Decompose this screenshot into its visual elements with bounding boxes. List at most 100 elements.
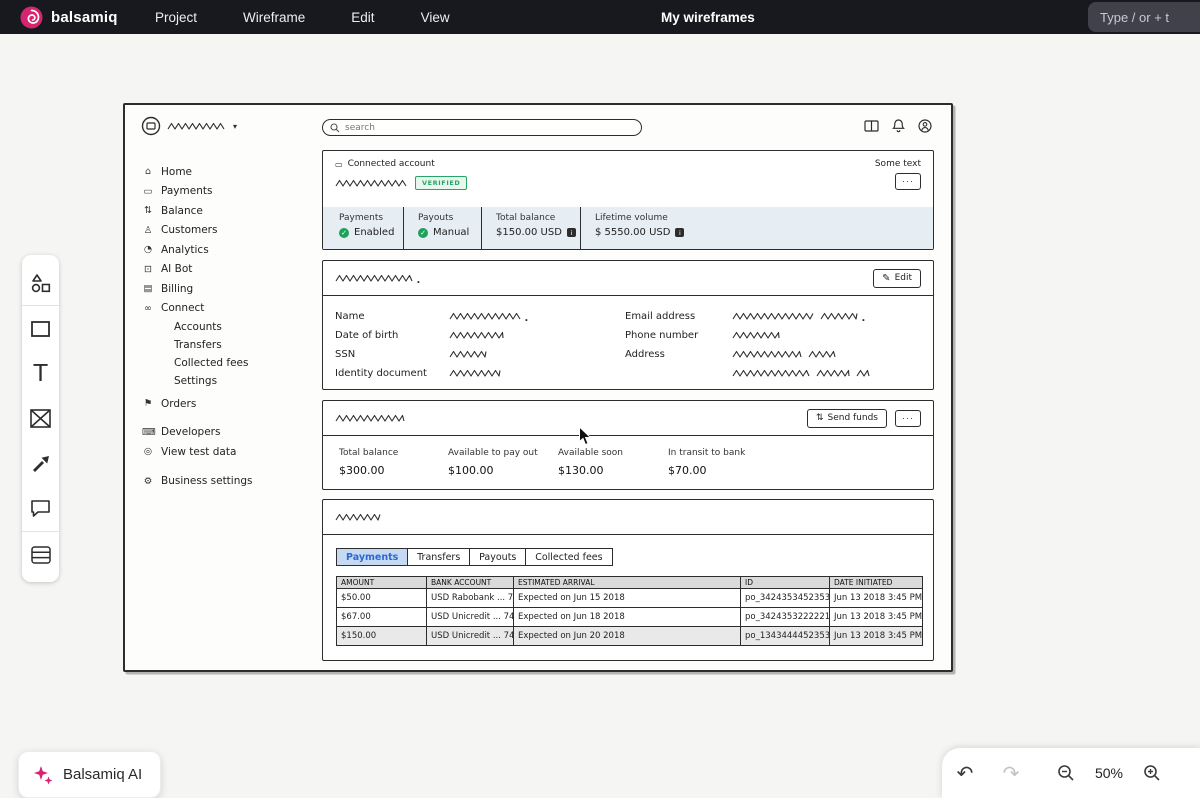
payouts-panel[interactable]: Payments Transfers Payouts Collected fee… (322, 499, 934, 661)
user-icon[interactable] (918, 119, 932, 133)
payouts-table[interactable]: AMOUNT BANK ACCOUNT ESTIMATED ARRIVAL ID… (336, 576, 923, 646)
stat-in-transit: In transit to bank $70.00 (668, 448, 745, 477)
wf-nav-payments[interactable]: ▭ Payments (142, 182, 314, 202)
wf-nav-connect[interactable]: ∞ Connect (142, 299, 314, 319)
stat-value: Enabled (354, 227, 395, 238)
connected-account-panel[interactable]: ▭ Connected account Some text VERIFIED ·… (322, 150, 934, 250)
wf-nav-transfers[interactable]: Transfers (142, 336, 314, 354)
chevron-down-icon: ▾ (233, 121, 238, 131)
wf-nav-orders[interactable]: ⚑ Orders (142, 394, 314, 414)
zoom-in-button[interactable] (1132, 763, 1172, 783)
wf-sidebar-nav: ⌂ Home ▭ Payments ⇅ Balance ♙ Customers ◔ Ana… (142, 162, 314, 491)
arrow-tool-button[interactable] (22, 441, 59, 486)
nav-label: Orders (161, 397, 197, 410)
info-icon[interactable] (675, 228, 685, 237)
account-overflow-button[interactable]: ··· (895, 173, 921, 190)
quick-add-input[interactable]: Type / or + t (1088, 2, 1200, 32)
account-title-placeholder (335, 179, 407, 188)
col-estimated-arrival: ESTIMATED ARRIVAL (513, 576, 741, 589)
balance-stats: Total balance $300.00 Available to pay o… (323, 436, 933, 477)
wf-account-switcher[interactable]: ▾ (141, 116, 237, 136)
stat-label: Available soon (558, 448, 624, 458)
field-value-placeholder (449, 331, 504, 340)
table-row[interactable]: $67.00 USD Unicredit ... 7412 Expected o… (336, 607, 923, 627)
undo-button[interactable]: ↶ (942, 761, 988, 786)
wf-nav-collected-fees[interactable]: Collected fees (142, 354, 314, 372)
tools-toolbar: T (22, 255, 59, 582)
tab-payouts[interactable]: Payouts (469, 548, 527, 566)
wf-nav-balance[interactable]: ⇅ Balance (142, 201, 314, 221)
redo-button[interactable]: ↷ (988, 761, 1034, 786)
wf-nav-home[interactable]: ⌂ Home (142, 162, 314, 182)
payments-icon: ▭ (143, 185, 153, 197)
wf-nav-billing[interactable]: ▤ Billing (142, 279, 314, 299)
form-row: Identity document (335, 364, 921, 383)
account-details-panel[interactable]: Edit Name Email address Date of birth Ph… (322, 260, 934, 390)
connected-account-label: Connected account (347, 159, 435, 169)
balance-panel[interactable]: Send funds ··· Total balance $300.00 Ava… (322, 400, 934, 490)
app-topbar: balsamiq Project Wireframe Edit View My … (0, 0, 1200, 34)
data-grid-tool-button[interactable] (22, 532, 59, 577)
stat-value: $130.00 (558, 464, 604, 477)
balsamiq-ai-button[interactable]: Balsamiq AI (18, 751, 162, 798)
edit-button[interactable]: Edit (873, 268, 921, 288)
tab-transfers[interactable]: Transfers (407, 548, 471, 566)
text-tool-button[interactable]: T (22, 351, 59, 396)
field-value-placeholder (732, 350, 802, 359)
ui-library-tool-button[interactable] (22, 260, 59, 305)
info-icon[interactable] (566, 228, 576, 237)
rectangle-icon (29, 318, 52, 340)
bell-icon[interactable] (892, 119, 905, 133)
table-row[interactable]: $50.00 USD Rabobank ... 741 Expected on … (336, 588, 923, 608)
sparkle-icon (32, 764, 54, 786)
balance-overflow-button[interactable]: ··· (895, 409, 921, 427)
field-value-placeholder (732, 312, 814, 321)
wf-nav-view-test-data[interactable]: ◎ View test data (142, 442, 314, 462)
stat-label: Lifetime volume (595, 213, 668, 223)
editor-canvas[interactable]: ▾ search ⌂ Home ▭ Payments ⇅ Balance ♙ C… (0, 34, 1200, 798)
wf-nav-customers[interactable]: ♙ Customers (142, 221, 314, 241)
image-tool-button[interactable] (22, 396, 59, 441)
rectangle-tool-button[interactable] (22, 306, 59, 351)
stat-payments: Payments Enabled (323, 207, 403, 249)
wf-nav-accounts[interactable]: Accounts (142, 318, 314, 336)
project-title[interactable]: My wireframes (661, 0, 755, 34)
menu-view[interactable]: View (421, 10, 450, 25)
analytics-icon: ◔ (143, 244, 153, 256)
menu-wireframe[interactable]: Wireframe (243, 10, 305, 25)
wf-account-avatar-icon (141, 116, 161, 136)
wf-nav-analytics[interactable]: ◔ Analytics (142, 240, 314, 260)
connect-icon: ∞ (144, 302, 152, 314)
wf-nav-developers[interactable]: ⌨ Developers (142, 423, 314, 443)
wf-nav-business-settings[interactable]: ⚙ Business settings (142, 472, 314, 492)
nav-label: Business settings (161, 475, 253, 488)
comment-icon (29, 498, 52, 519)
send-funds-button[interactable]: Send funds (806, 408, 887, 428)
table-row[interactable]: $150.00 USD Unicredit ... 7412 Expected … (336, 626, 923, 646)
wf-search-input[interactable]: search (322, 119, 642, 136)
reader-icon[interactable] (864, 120, 879, 132)
tab-payments[interactable]: Payments (336, 548, 409, 566)
menu-edit[interactable]: Edit (351, 10, 374, 25)
comment-tool-button[interactable] (22, 486, 59, 531)
table-cell: USD Rabobank ... 741 (426, 588, 514, 608)
stat-total-balance: Total balance $300.00 (339, 448, 448, 477)
tab-collected-fees[interactable]: Collected fees (525, 548, 613, 566)
wf-header-icons (864, 119, 932, 133)
text-icon: T (33, 360, 48, 387)
zoom-out-button[interactable] (1046, 763, 1086, 783)
menu-project[interactable]: Project (155, 10, 197, 25)
search-icon (330, 122, 340, 133)
form-row: SSN Address (335, 345, 921, 364)
balsamiq-brand[interactable]: balsamiq (20, 0, 118, 34)
table-cell: Expected on Jun 18 2018 (513, 607, 741, 627)
check-icon (339, 227, 349, 238)
table-cell: Expected on Jun 15 2018 (513, 588, 741, 608)
wireframe-mockup[interactable]: ▾ search ⌂ Home ▭ Payments ⇅ Balance ♙ C… (123, 103, 953, 672)
nav-label: Billing (161, 282, 194, 295)
wf-nav-settings[interactable]: Settings (142, 372, 314, 390)
zoom-level[interactable]: 50% (1090, 765, 1128, 781)
wf-nav-ai-bot[interactable]: ⊡ AI Bot (142, 260, 314, 280)
wf-account-name-placeholder (167, 122, 225, 131)
payouts-title-placeholder (335, 513, 381, 522)
